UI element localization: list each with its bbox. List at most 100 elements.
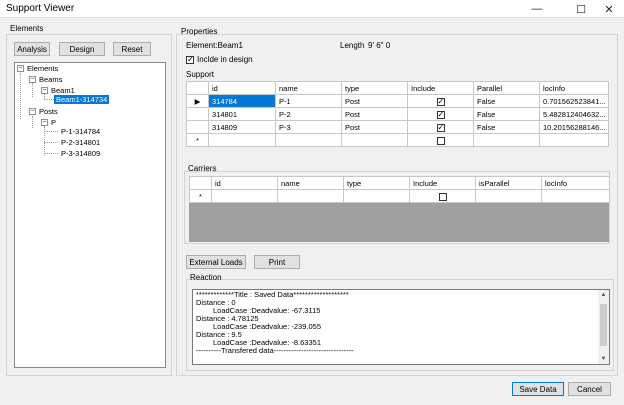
tree-node-elements[interactable]: Elements bbox=[27, 64, 58, 73]
carriers-grid[interactable]: id name type Include isParallel locInfo … bbox=[189, 176, 610, 203]
cell-isparallel[interactable] bbox=[475, 189, 542, 203]
analysis-button[interactable]: Analysis bbox=[14, 42, 50, 56]
cell-locinfo[interactable]: 10.20156288146... bbox=[539, 120, 609, 134]
scroll-down-icon[interactable]: ▼ bbox=[598, 354, 609, 364]
collapse-beam1-toggle[interactable]: − bbox=[41, 87, 48, 94]
cell-name[interactable] bbox=[275, 133, 342, 147]
cell-name[interactable] bbox=[277, 189, 344, 203]
cell-parallel[interactable]: False bbox=[473, 107, 540, 121]
maximize-button[interactable]: ☐ bbox=[566, 0, 596, 18]
col-header-locinfo[interactable]: locInfo bbox=[539, 81, 609, 95]
tree-node-p3[interactable]: P-3-314809 bbox=[61, 149, 100, 158]
current-row-indicator[interactable]: ▶ bbox=[186, 94, 209, 108]
reset-button[interactable]: Reset bbox=[113, 42, 151, 56]
design-button[interactable]: Design bbox=[59, 42, 105, 56]
cell-id[interactable] bbox=[211, 189, 278, 203]
new-row-indicator[interactable]: * bbox=[186, 133, 209, 147]
cell-parallel[interactable]: False bbox=[473, 94, 540, 108]
col-header-locinfo[interactable]: locInfo bbox=[541, 176, 610, 190]
cell-name[interactable]: P-1 bbox=[275, 94, 342, 108]
tree-node-p[interactable]: P bbox=[51, 118, 56, 127]
cell-include[interactable]: ✓ bbox=[407, 107, 474, 121]
cell-type[interactable] bbox=[343, 189, 410, 203]
save-data-button[interactable]: Save Data bbox=[512, 382, 564, 396]
reaction-textbox[interactable]: *************Title : Saved Data*********… bbox=[192, 289, 610, 365]
tree-node-beam1-314734[interactable]: Beam1-314734 bbox=[54, 95, 110, 104]
col-header-include[interactable]: Include bbox=[407, 81, 474, 95]
check-icon: ✓ bbox=[437, 109, 445, 119]
cell-id[interactable]: 314801 bbox=[208, 107, 276, 121]
row-header-corner bbox=[186, 81, 209, 95]
elements-label: Elements bbox=[10, 24, 44, 33]
cell-type[interactable]: Post bbox=[341, 94, 408, 108]
support-header-row: id name type Include Parallel locInfo bbox=[186, 81, 609, 95]
col-header-id[interactable]: id bbox=[208, 81, 276, 95]
cell-locinfo[interactable] bbox=[541, 189, 610, 203]
minus-icon: − bbox=[42, 119, 47, 126]
cell-type[interactable]: Post bbox=[341, 107, 408, 121]
cell-include[interactable]: ✓ bbox=[407, 120, 474, 134]
cell-include[interactable] bbox=[409, 189, 476, 203]
carriers-label: Carriers bbox=[188, 164, 217, 173]
col-header-parallel[interactable]: Parallel bbox=[473, 81, 540, 95]
close-button[interactable]: ✕ bbox=[594, 0, 624, 18]
cancel-button[interactable]: Cancel bbox=[568, 382, 611, 396]
print-button[interactable]: Print bbox=[254, 255, 300, 269]
tree-node-p2[interactable]: P-2-314801 bbox=[61, 138, 100, 147]
include-checkbox[interactable] bbox=[436, 136, 445, 145]
collapse-beams-toggle[interactable]: − bbox=[29, 76, 36, 83]
reaction-scrollbar[interactable]: ▲ ▼ bbox=[598, 290, 609, 364]
cell-include[interactable] bbox=[407, 133, 474, 147]
cell-parallel[interactable]: False bbox=[473, 120, 540, 134]
tree-node-beam1[interactable]: Beam1 bbox=[51, 86, 75, 95]
col-header-type[interactable]: type bbox=[341, 81, 408, 95]
include-checkbox[interactable]: ✓ bbox=[436, 97, 445, 106]
row-header[interactable] bbox=[186, 120, 209, 134]
external-loads-button[interactable]: External Loads bbox=[186, 255, 246, 269]
col-header-name[interactable]: name bbox=[275, 81, 342, 95]
cell-id[interactable]: 314784 bbox=[208, 94, 276, 108]
row-header[interactable] bbox=[186, 107, 209, 121]
scroll-up-icon[interactable]: ▲ bbox=[598, 290, 609, 300]
support-grid[interactable]: id name type Include Parallel locInfo ▶ … bbox=[186, 81, 609, 147]
include-checkbox[interactable] bbox=[438, 192, 447, 201]
col-header-include[interactable]: Include bbox=[409, 176, 476, 190]
collapse-elements-toggle[interactable]: − bbox=[17, 65, 24, 72]
new-row-indicator[interactable]: * bbox=[189, 189, 212, 203]
cell-id[interactable] bbox=[208, 133, 276, 147]
reaction-label: Reaction bbox=[190, 273, 222, 282]
tree-node-p1[interactable]: P-1-314784 bbox=[61, 127, 100, 136]
cell-include[interactable]: ✓ bbox=[407, 94, 474, 108]
table-row[interactable]: ▶ 314784 P-1 Post ✓ False 0.701562523841… bbox=[186, 94, 609, 108]
elements-tree[interactable]: − Elements − Beams − Beam1 Beam1-314734 … bbox=[14, 62, 166, 368]
minimize-button[interactable]: — bbox=[522, 0, 552, 18]
tree-node-posts[interactable]: Posts bbox=[39, 107, 58, 116]
table-row[interactable]: 314809 P-3 Post ✓ False 10.20156288146..… bbox=[186, 120, 609, 134]
cell-locinfo[interactable]: 0.701562523841... bbox=[539, 94, 609, 108]
new-row[interactable]: * bbox=[186, 133, 609, 147]
collapse-posts-toggle[interactable]: − bbox=[29, 108, 36, 115]
include-in-design-checkbox[interactable]: ✓ bbox=[186, 56, 194, 64]
cell-parallel[interactable] bbox=[473, 133, 540, 147]
col-header-id[interactable]: id bbox=[211, 176, 278, 190]
cell-locinfo[interactable]: 5.482812404632... bbox=[539, 107, 609, 121]
cell-locinfo[interactable] bbox=[539, 133, 609, 147]
cell-name[interactable]: P-3 bbox=[275, 120, 342, 134]
include-checkbox[interactable]: ✓ bbox=[436, 123, 445, 132]
new-row[interactable]: * bbox=[189, 189, 610, 203]
col-header-isparallel[interactable]: isParallel bbox=[475, 176, 542, 190]
table-row[interactable]: 314801 P-2 Post ✓ False 5.482812404632..… bbox=[186, 107, 609, 121]
cell-name[interactable]: P-2 bbox=[275, 107, 342, 121]
minimize-icon: — bbox=[531, 3, 543, 15]
col-header-type[interactable]: type bbox=[343, 176, 410, 190]
scroll-thumb[interactable] bbox=[600, 304, 607, 346]
tree-node-beams[interactable]: Beams bbox=[39, 75, 62, 84]
collapse-p-toggle[interactable]: − bbox=[41, 119, 48, 126]
cell-type[interactable]: Post bbox=[341, 120, 408, 134]
include-checkbox[interactable]: ✓ bbox=[436, 109, 445, 119]
cell-type[interactable] bbox=[341, 133, 408, 147]
title-bar: Support Viewer — ☐ ✕ bbox=[0, 0, 624, 18]
col-header-name[interactable]: name bbox=[277, 176, 344, 190]
length-label: Length bbox=[340, 41, 365, 50]
cell-id[interactable]: 314809 bbox=[208, 120, 276, 134]
